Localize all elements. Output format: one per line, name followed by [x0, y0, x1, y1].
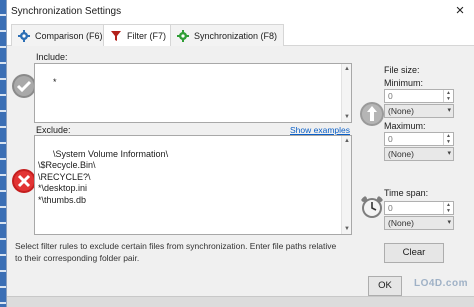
watermark-logo: LO4D.com: [413, 278, 468, 289]
chevron-down-icon: ▾: [447, 150, 451, 157]
include-scrollbar[interactable]: ▲ ▼: [341, 64, 351, 122]
tab-synchronization-label: Synchronization (F8): [194, 30, 278, 41]
timespan-unit-select[interactable]: (None) ▾: [384, 216, 454, 230]
clear-button[interactable]: Clear: [384, 243, 444, 263]
timespan-value: 0: [388, 203, 393, 213]
help-text: Select filter rules to exclude certain f…: [15, 241, 337, 263]
exclude-scrollbar[interactable]: ▲ ▼: [341, 136, 351, 234]
minimum-label: Minimum:: [384, 78, 424, 88]
sync-settings-dialog: Synchronization Settings × Comparison (F…: [6, 0, 474, 307]
scroll-up-icon[interactable]: ▲: [342, 64, 351, 74]
tab-filter-label: Filter (F7): [127, 31, 166, 41]
spinner-icon[interactable]: ▲ ▼: [443, 202, 453, 214]
scroll-down-icon[interactable]: ▼: [342, 112, 351, 122]
limits-column: File size: Minimum: 0 ▲ ▼ (None) ▾ Maximu…: [357, 46, 474, 307]
timespan-unit: (None): [388, 218, 414, 228]
min-size-value: 0: [388, 91, 393, 101]
gear-icon: [18, 29, 30, 42]
title-bar: Synchronization Settings ×: [7, 0, 474, 22]
timespan-label: Time span:: [384, 188, 429, 198]
show-examples-link[interactable]: Show examples: [290, 125, 350, 135]
tab-strip: Comparison (F6) Filter (F7) Synchronizat…: [7, 24, 474, 47]
max-size-value: 0: [388, 134, 393, 144]
scroll-up-icon[interactable]: ▲: [342, 136, 351, 146]
file-size-icon: [360, 102, 384, 126]
scroll-down-icon[interactable]: ▼: [342, 224, 351, 234]
funnel-icon: [111, 31, 121, 41]
bottom-bar: [7, 296, 474, 307]
tab-comparison-label: Comparison (F6): [35, 30, 103, 41]
include-textarea[interactable]: * ▲ ▼: [34, 63, 352, 123]
max-size-unit-select[interactable]: (None) ▾: [384, 147, 454, 161]
exclude-label: Exclude:: [36, 125, 71, 135]
chevron-down-icon: ▾: [447, 107, 451, 114]
min-size-input[interactable]: 0 ▲ ▼: [384, 89, 454, 103]
max-size-unit: (None): [388, 149, 414, 159]
min-size-unit-select[interactable]: (None) ▾: [384, 104, 454, 118]
tab-synchronization[interactable]: Synchronization (F8): [170, 24, 285, 46]
tab-comparison[interactable]: Comparison (F6): [11, 24, 110, 46]
timespan-input[interactable]: 0 ▲ ▼: [384, 201, 454, 215]
chevron-down-icon: ▾: [447, 219, 451, 226]
exclude-textarea[interactable]: \System Volume Information\ \$Recycle.Bi…: [34, 135, 352, 235]
alarm-clock-icon: [361, 196, 383, 218]
close-button[interactable]: ×: [450, 2, 470, 20]
exclude-text: \System Volume Information\ \$Recycle.Bi…: [38, 148, 169, 205]
ok-button[interactable]: OK: [368, 276, 402, 296]
filesize-label: File size:: [384, 65, 420, 75]
window-title: Synchronization Settings: [11, 5, 122, 17]
tab-filter[interactable]: Filter (F7): [103, 24, 173, 47]
maximum-label: Maximum:: [384, 121, 426, 131]
include-text: *: [53, 76, 57, 87]
spinner-icon[interactable]: ▲ ▼: [443, 90, 453, 102]
spinner-icon[interactable]: ▲ ▼: [443, 133, 453, 145]
filter-panel: Include: * ▲ ▼ Exclude: Show examples \S…: [7, 46, 474, 307]
min-size-unit: (None): [388, 106, 414, 116]
include-label: Include:: [36, 52, 68, 62]
max-size-input[interactable]: 0 ▲ ▼: [384, 132, 454, 146]
gear-icon: [177, 29, 189, 42]
